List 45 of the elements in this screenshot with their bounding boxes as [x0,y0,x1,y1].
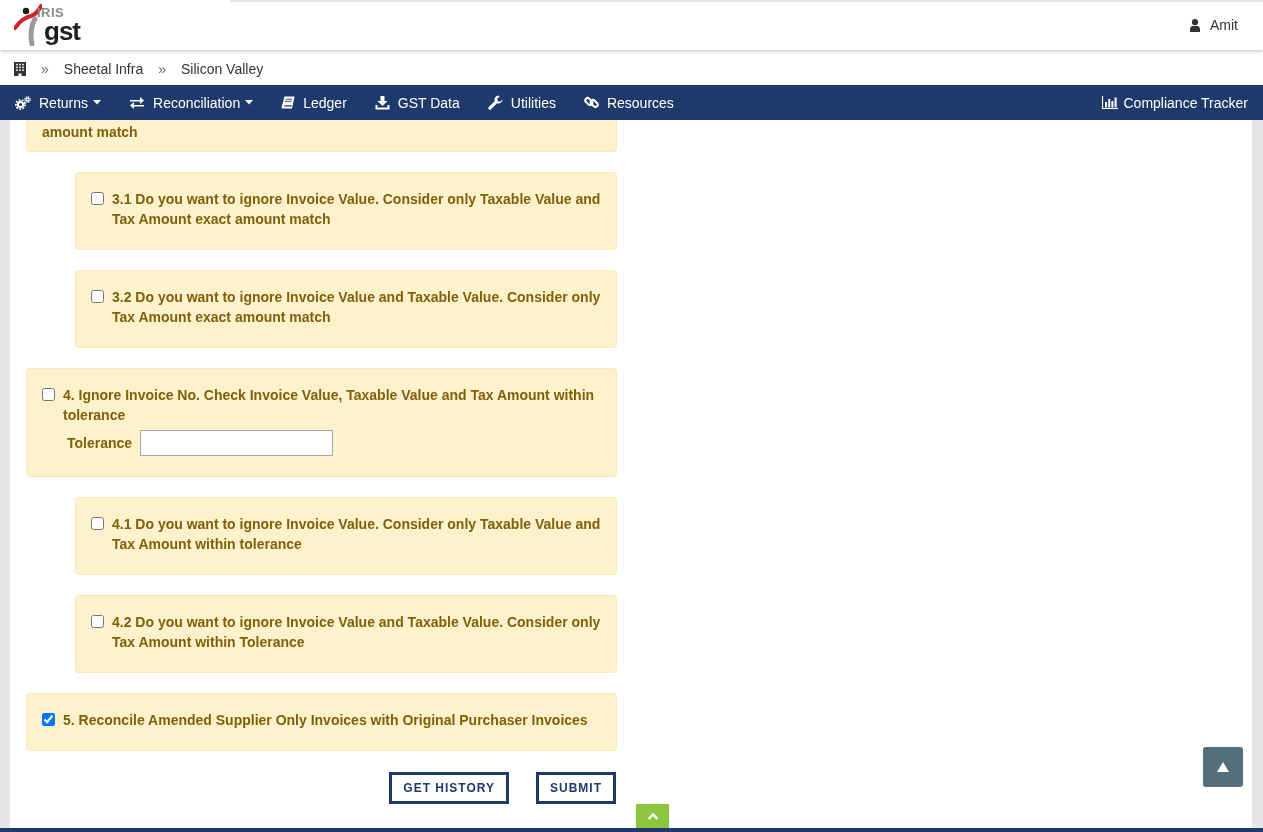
checkbox[interactable] [91,192,104,205]
user-icon [1190,18,1200,32]
breadcrumb-link[interactable]: Silicon Valley [181,60,264,77]
nav-menu-item[interactable]: Compliance Tracker [1087,85,1263,120]
nav-menu-item[interactable]: Utilities [473,85,570,120]
logo-text: gst [44,19,80,43]
nav-menu-item[interactable]: Ledger [267,85,361,120]
breadcrumb-separator: » [158,60,166,77]
caret-down-icon [245,100,254,105]
breadcrumb-link[interactable]: Sheetal Infra [63,60,144,77]
option-text: 3.2 Do you want to ignore Invoice Value and Taxable Value. Consider only Tax Amount exact amount match [112,288,602,327]
checkbox[interactable] [91,615,104,628]
action-button[interactable]: SUBMIT [536,772,616,804]
option-text: amount match [42,123,138,142]
action-button[interactable]: GET HISTORY [389,772,509,804]
checkbox[interactable] [42,713,55,726]
back-to-top-button[interactable] [1203,747,1243,787]
bar-chart-icon [1101,96,1118,109]
nav-menu-item[interactable]: Returns [1,85,116,120]
gears-icon [15,95,31,110]
option-text: 3.1 Do you want to ignore Invoice Value. Consider only Taxable Value and Tax Amount exact amount match [112,190,602,229]
triangle-up-icon [1217,762,1229,772]
nav-menu-item[interactable]: Reconciliation [115,85,268,120]
tolerance-label: Tolerance [67,435,133,451]
nav-menu-item[interactable]: GST Data [360,85,474,120]
caret-down-icon [93,100,102,105]
link-icon [583,95,599,110]
checkbox[interactable] [42,388,55,401]
download-icon [374,95,390,110]
tolerance-input[interactable] [140,430,334,456]
user-menu[interactable]: Amit [1190,17,1238,33]
logo-text: IRIS [37,6,66,19]
option-text: 4.2 Do you want to ignore Invoice Value and Taxable Value. Consider only Tax Amount within Tolerance [112,613,602,652]
book-icon [281,95,296,110]
option-text: 4.1 Do you want to ignore Invoice Value. Consider only Taxable Value and Tax Amount within tolerance [112,515,602,554]
swap-arrows-icon [129,95,146,110]
wrench-icon [487,95,503,110]
nav-menu-item[interactable]: Resources [569,85,688,120]
checkbox[interactable] [91,517,104,530]
checkbox[interactable] [91,290,104,303]
building-icon [14,61,26,76]
breadcrumb-separator: » [41,60,49,77]
option-text: 4. Ignore Invoice No. Check Invoice Value, Taxable Value and Tax Amount within tolerance [63,386,596,425]
chevron-up-icon [646,812,659,820]
option-text: 5. Reconcile Amended Supplier Only Invoices with Original Purchaser Invoices [63,711,588,730]
